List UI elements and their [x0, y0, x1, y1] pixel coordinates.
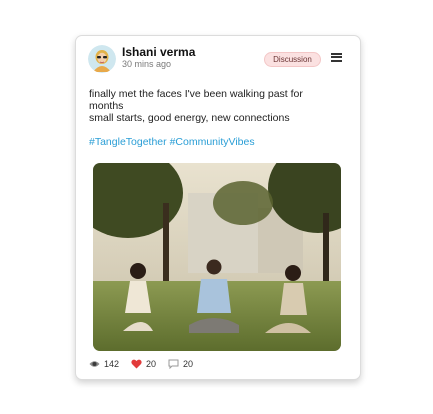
hashtag-link[interactable]: #CommunityVibes	[170, 136, 255, 148]
views-count: 142	[104, 359, 120, 369]
post-image[interactable]	[93, 163, 341, 351]
comments-stat[interactable]: 20	[168, 359, 193, 369]
likes-stat[interactable]: 20	[131, 359, 156, 369]
post-text-line: months	[89, 100, 124, 112]
post-text: finally met the faces I've been walking …	[89, 88, 344, 124]
comment-icon[interactable]	[168, 359, 179, 369]
post-text-line: small starts, good energy, new connectio…	[89, 112, 290, 124]
post-timestamp: 30 mins ago	[122, 59, 172, 69]
views-stat: 142	[89, 359, 119, 369]
likes-count: 20	[146, 359, 157, 369]
post-text-line: finally met the faces I've been walking …	[89, 88, 303, 100]
avatar[interactable]	[88, 45, 116, 73]
author-name[interactable]: Ishani verma	[122, 45, 195, 59]
post-card: Ishani verma 30 mins ago Discussion fina…	[75, 35, 361, 380]
category-badge[interactable]: Discussion	[264, 52, 321, 67]
hashtags: #TangleTogether #CommunityVibes	[89, 136, 255, 148]
comments-count: 20	[183, 359, 194, 369]
heart-icon[interactable]	[131, 359, 142, 369]
hamburger-menu-icon[interactable]	[331, 53, 342, 64]
post-stats: 142 20 20	[89, 359, 205, 369]
eye-icon	[89, 361, 100, 367]
hashtag-link[interactable]: #TangleTogether	[89, 136, 167, 148]
